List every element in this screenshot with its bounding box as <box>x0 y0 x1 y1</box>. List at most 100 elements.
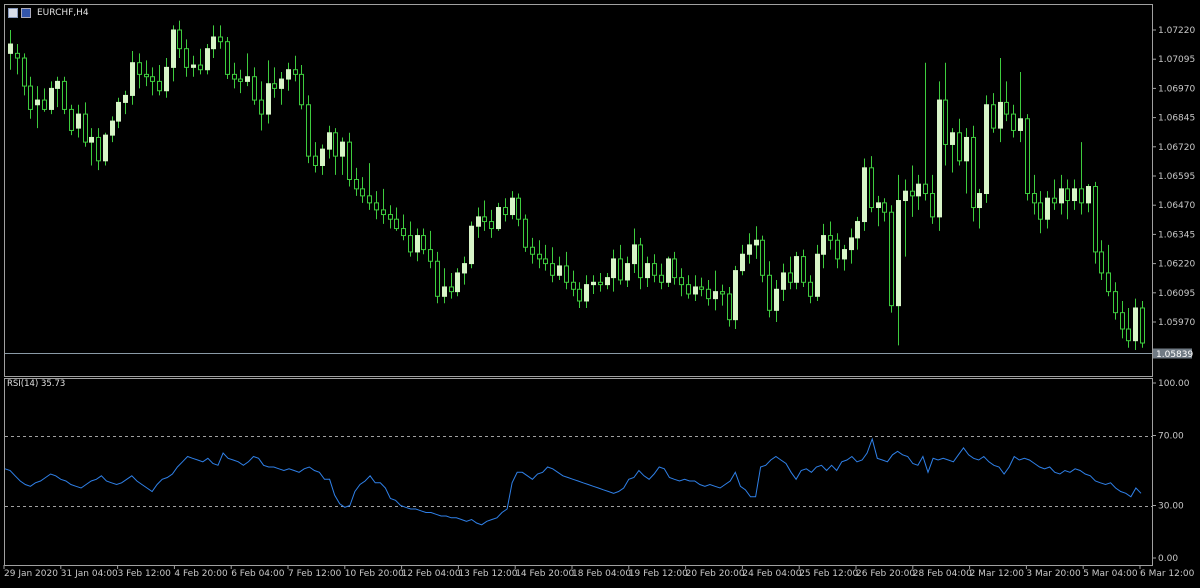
bear-candle-body <box>679 277 684 286</box>
bull-candle-body <box>645 263 650 279</box>
time-tick-label: 12 Feb 04:00 <box>402 569 461 579</box>
bear-candle-body <box>374 202 379 211</box>
bull-candle-body <box>815 253 820 297</box>
bull-candle-body <box>455 272 460 293</box>
bull-candle-body <box>998 101 1003 129</box>
bear-candle-body <box>421 235 426 251</box>
bear-candle-body <box>401 228 406 237</box>
bear-candle-body <box>618 258 623 281</box>
bull-candle-body <box>1086 186 1091 204</box>
bear-candle-body <box>869 167 874 209</box>
bear-candle-body <box>137 62 142 75</box>
price-tick-label: 1.06345 <box>1158 230 1195 240</box>
candle <box>523 214 528 252</box>
bear-candle-body <box>991 104 996 129</box>
bear-candle-body <box>177 29 182 50</box>
candle <box>862 158 867 231</box>
time-tick-label: 4 Feb 20:00 <box>174 569 228 579</box>
bear-candle-body <box>449 286 454 293</box>
rsi-tick-label: 0.00 <box>1158 554 1178 564</box>
time-tick-label: 20 Feb 20:00 <box>686 569 745 579</box>
candle <box>496 202 501 231</box>
chart-symbol-title: EURCHF,H4 <box>37 8 89 18</box>
bull-candle-body <box>510 197 515 216</box>
bear-candle-body <box>638 244 643 279</box>
bear-candle-body <box>1011 113 1016 131</box>
bull-candle-body <box>320 148 325 166</box>
candle <box>971 125 976 222</box>
bear-candle-body <box>1093 186 1098 253</box>
symbol-flag-icon <box>21 8 31 18</box>
bear-candle-body <box>659 274 664 283</box>
bear-candle-body <box>598 281 603 286</box>
bull-candle-body <box>937 99 942 218</box>
chart-canvas[interactable]: 1.07220 1.07095 1.06970 1.06845 1.06720 1.065… <box>0 0 1200 584</box>
rsi-tick-label: 70.00 <box>1158 432 1184 442</box>
bear-candle-body <box>889 211 894 307</box>
rsi-indicator-label: RSI(14) 35.73 <box>7 379 66 389</box>
bull-candle-body <box>49 87 54 110</box>
bear-candle-body <box>910 190 915 197</box>
bull-candle-body <box>476 216 481 227</box>
bull-candle-body <box>171 29 176 68</box>
bear-candle-body <box>62 80 67 110</box>
bear-candle-body <box>306 104 311 157</box>
bull-candle-body <box>191 64 196 68</box>
time-tick-label: 3 Feb 12:00 <box>118 569 172 579</box>
price-tick-label: 1.06845 <box>1158 114 1195 124</box>
candle <box>306 95 311 164</box>
bull-candle-body <box>632 244 637 265</box>
bull-candle-body <box>611 258 616 279</box>
bull-candle-body <box>327 132 332 150</box>
bull-candle-body <box>903 190 908 202</box>
bear-candle-body <box>347 141 352 181</box>
bear-candle-body <box>293 69 298 75</box>
bull-candle-body <box>584 284 589 302</box>
bear-candle-body <box>835 239 840 260</box>
bear-candle-body <box>42 99 47 110</box>
bear-candle-body <box>808 281 813 297</box>
time-tick-label: 7 Feb 12:00 <box>288 569 342 579</box>
bull-candle-body <box>733 270 738 321</box>
bear-candle-body <box>150 76 155 82</box>
bull-candle-body <box>896 200 901 307</box>
bear-candle-body <box>1079 188 1084 204</box>
bear-candle-body <box>760 239 765 276</box>
bull-candle-body <box>8 43 13 54</box>
bear-candle-body <box>550 263 555 276</box>
bull-candle-body <box>625 263 630 281</box>
bull-candle-body <box>55 80 60 89</box>
candle <box>103 132 108 166</box>
bear-candle-body <box>1099 251 1104 274</box>
candle <box>1025 114 1030 201</box>
time-tick-label: 31 Jan 04:00 <box>61 569 118 579</box>
bear-candle-body <box>238 78 243 82</box>
bear-candle-body <box>225 41 230 75</box>
bear-candle-body <box>727 293 732 321</box>
price-tick-label: 1.06470 <box>1158 201 1195 211</box>
bear-candle-body <box>523 218 528 248</box>
bull-candle-body <box>1045 197 1050 220</box>
bear-candle-body <box>1038 202 1043 220</box>
bull-candle-body <box>747 244 752 255</box>
time-tick-label: 18 Feb 04:00 <box>572 569 631 579</box>
bull-candle-body <box>821 235 826 255</box>
bull-candle-body <box>984 104 989 195</box>
bull-candle-body <box>286 69 291 80</box>
rsi-tick-label: 30.00 <box>1158 502 1184 512</box>
bear-candle-body <box>22 57 27 87</box>
bear-candle-body <box>543 258 548 265</box>
time-tick-label: 10 Feb 20:00 <box>345 569 404 579</box>
bull-candle-body <box>211 36 216 50</box>
bull-candle-body <box>415 235 420 253</box>
price-tick-label: 1.06595 <box>1158 172 1195 182</box>
bull-candle-body <box>116 101 121 122</box>
bear-candle-body <box>930 193 935 218</box>
time-tick-label: 5 Mar 04:00 <box>1083 569 1138 579</box>
bull-candle-body <box>123 94 128 103</box>
bear-candle-body <box>720 291 725 295</box>
bear-candle-body <box>218 36 223 43</box>
bear-candle-body <box>157 80 162 92</box>
bull-candle-body <box>442 286 447 297</box>
bear-candle-body <box>1140 307 1145 344</box>
